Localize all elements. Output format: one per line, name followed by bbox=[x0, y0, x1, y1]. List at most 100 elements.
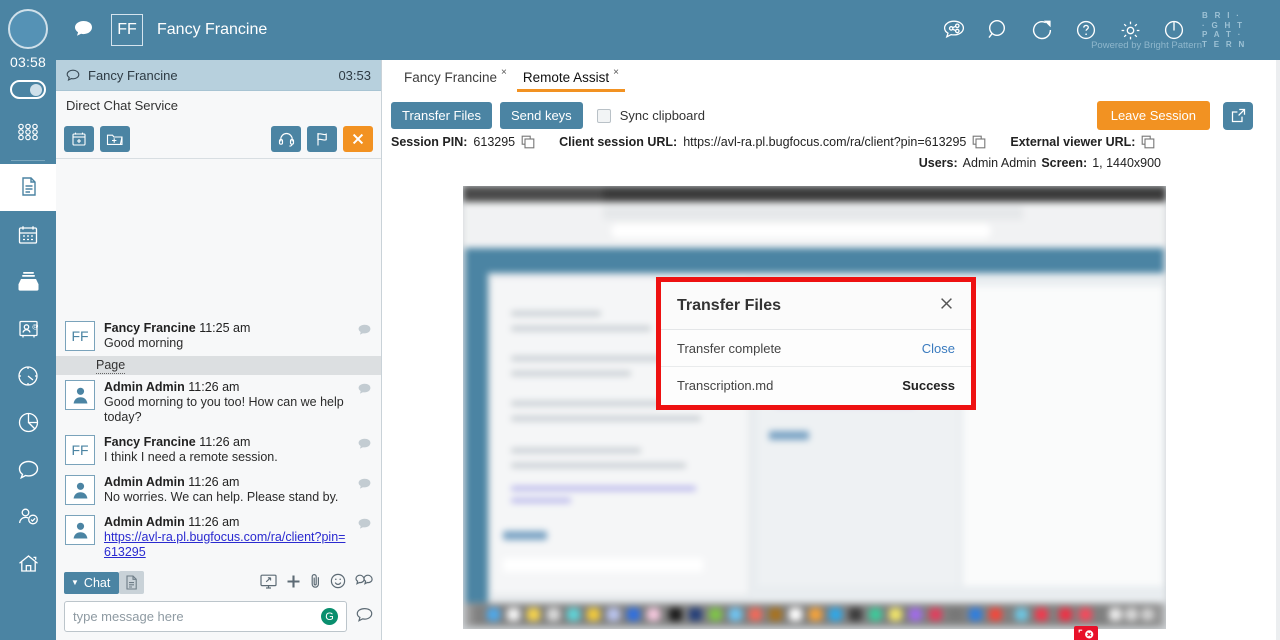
message-meta: Admin Admin 11:26 am bbox=[104, 515, 351, 529]
search-icon[interactable] bbox=[976, 8, 1020, 52]
page-divider: Page bbox=[56, 356, 381, 375]
message-input[interactable] bbox=[73, 609, 321, 624]
schedule-followup-button[interactable] bbox=[64, 126, 94, 152]
avatar bbox=[65, 515, 95, 545]
sidebar-item-dashboard[interactable] bbox=[0, 352, 56, 399]
message-channel-icon bbox=[358, 438, 371, 453]
list-item: Admin Admin 11:26 am Good morning to you… bbox=[56, 375, 381, 430]
send-keys-button[interactable]: Send keys bbox=[499, 102, 583, 129]
sidebar-item-calendar[interactable] bbox=[0, 211, 56, 258]
sidebar-item-cases[interactable] bbox=[0, 164, 56, 211]
quick-replies-icon[interactable] bbox=[355, 574, 373, 591]
avatar bbox=[65, 380, 95, 410]
copy-icon[interactable] bbox=[972, 135, 986, 149]
leave-session-button[interactable]: Leave Session bbox=[1096, 101, 1210, 130]
chat-mode-button[interactable]: ▼ Chat bbox=[64, 571, 120, 594]
message-author: Admin Admin bbox=[104, 380, 185, 394]
screen-recording-badge-icon bbox=[1074, 626, 1098, 640]
grammar-check-icon[interactable]: G bbox=[321, 608, 338, 625]
main-tab-bar: Fancy Francine × Remote Assist × bbox=[382, 60, 1280, 92]
svg-text:@: @ bbox=[32, 323, 39, 330]
emoji-icon[interactable] bbox=[330, 573, 346, 592]
avatar: FF bbox=[65, 435, 95, 465]
list-item: Admin Admin 11:26 am https://avl-ra.pl.b… bbox=[56, 510, 381, 565]
transfer-files-button[interactable]: Transfer Files bbox=[391, 102, 492, 129]
page-scrollbar[interactable] bbox=[1276, 60, 1280, 640]
users-label: Users: bbox=[918, 156, 958, 170]
chat-message-list[interactable]: FF Fancy Francine 11:25 am Good morning bbox=[56, 159, 381, 565]
transfer-status-text: Transfer complete bbox=[677, 340, 782, 356]
file-name: Transcription.md bbox=[677, 378, 774, 393]
sidebar-item-keypad[interactable] bbox=[0, 109, 56, 156]
message-time: 11:26 am bbox=[188, 380, 240, 394]
popout-window-icon[interactable] bbox=[1223, 101, 1253, 130]
remote-menubar bbox=[463, 186, 1166, 202]
remote-app-rail bbox=[465, 248, 488, 603]
sync-clipboard-control[interactable]: Sync clipboard bbox=[596, 108, 705, 123]
close-icon[interactable] bbox=[938, 295, 955, 317]
message-meta: Admin Admin 11:26 am bbox=[104, 380, 351, 394]
tab-fancy-francine[interactable]: Fancy Francine × bbox=[396, 67, 515, 92]
message-text: https://avl-ra.pl.bugfocus.com/ra/client… bbox=[104, 530, 351, 560]
brand-line-4: T E R N bbox=[1202, 39, 1247, 49]
file-status: Success bbox=[902, 378, 955, 393]
brand-line-2: · G H T bbox=[1202, 20, 1245, 30]
flag-button[interactable] bbox=[307, 126, 337, 152]
chat-service-name: Direct Chat Service bbox=[56, 91, 381, 120]
screen-share-icon[interactable] bbox=[260, 574, 277, 592]
end-chat-button[interactable] bbox=[343, 126, 373, 152]
dialog-close-link[interactable]: Close bbox=[922, 341, 955, 356]
message-text: Good morning to you too! How can we help… bbox=[104, 395, 344, 424]
client-url-label: Client session URL: bbox=[559, 135, 678, 149]
sidebar-item-chat[interactable] bbox=[0, 446, 56, 493]
close-icon[interactable]: × bbox=[501, 67, 507, 82]
message-input-wrapper[interactable]: G bbox=[64, 601, 347, 632]
message-channel-icon bbox=[358, 324, 371, 339]
screen-value: 1, 1440x900 bbox=[1092, 156, 1161, 170]
chat-panel-header[interactable]: Fancy Francine 03:53 bbox=[56, 60, 381, 91]
message-time: 11:26 am bbox=[188, 475, 240, 489]
agent-availability-toggle[interactable] bbox=[10, 80, 46, 99]
sidebar-item-home[interactable] bbox=[0, 540, 56, 587]
composer-input-row: G bbox=[64, 601, 373, 632]
top-bar: FF Fancy Francine Powered by Bright Patt… bbox=[56, 0, 1280, 60]
send-bubble-icon[interactable] bbox=[356, 607, 373, 626]
chat-panel: Fancy Francine 03:53 Direct Chat Service bbox=[56, 60, 382, 640]
chat-contact-name: Fancy Francine bbox=[88, 67, 178, 83]
page-divider-label: Page bbox=[96, 358, 126, 374]
sidebar-item-inbox[interactable] bbox=[0, 258, 56, 305]
session-info-row: Session PIN: 613295 Client session URL: … bbox=[382, 130, 1280, 149]
message-body: Admin Admin 11:26 am No worries. We can … bbox=[104, 475, 360, 505]
message-meta: Fancy Francine 11:25 am bbox=[104, 321, 250, 335]
message-time: 11:25 am bbox=[199, 321, 251, 335]
remote-session-link[interactable]: https://avl-ra.pl.bugfocus.com/ra/client… bbox=[104, 530, 345, 559]
plus-icon[interactable] bbox=[286, 574, 301, 592]
add-case-folder-button[interactable] bbox=[100, 126, 130, 152]
close-icon[interactable]: × bbox=[613, 67, 619, 82]
external-url-label: External viewer URL: bbox=[1010, 135, 1136, 149]
rail-divider bbox=[11, 160, 45, 161]
message-author: Admin Admin bbox=[104, 475, 185, 489]
sync-clipboard-label: Sync clipboard bbox=[619, 108, 705, 123]
headset-button[interactable] bbox=[271, 126, 301, 152]
sidebar-item-agent-status[interactable] bbox=[0, 493, 56, 540]
composer-toolbar: ▼ Chat bbox=[64, 571, 373, 594]
copy-icon[interactable] bbox=[1141, 135, 1155, 149]
sidebar-item-reports[interactable] bbox=[0, 399, 56, 446]
message-author: Fancy Francine bbox=[104, 321, 196, 335]
tab-label: Remote Assist bbox=[522, 70, 610, 85]
message-text: I think I need a remote session. bbox=[104, 450, 278, 464]
copy-icon[interactable] bbox=[521, 135, 535, 149]
attachment-icon[interactable] bbox=[310, 573, 321, 592]
share-chat-icon[interactable] bbox=[932, 8, 976, 52]
document-icon[interactable] bbox=[119, 571, 145, 594]
sidebar-item-contacts[interactable]: @ bbox=[0, 305, 56, 352]
sync-clipboard-checkbox[interactable] bbox=[596, 108, 611, 123]
tab-remote-assist[interactable]: Remote Assist × bbox=[515, 67, 627, 92]
message-body: Fancy Francine 11:25 am Good morning bbox=[104, 321, 272, 351]
transfer-icon[interactable] bbox=[1020, 8, 1064, 52]
agent-avatar[interactable] bbox=[8, 9, 48, 49]
list-item: FF Fancy Francine 11:26 am I think I nee… bbox=[56, 430, 381, 470]
message-text: Good morning bbox=[104, 336, 184, 350]
